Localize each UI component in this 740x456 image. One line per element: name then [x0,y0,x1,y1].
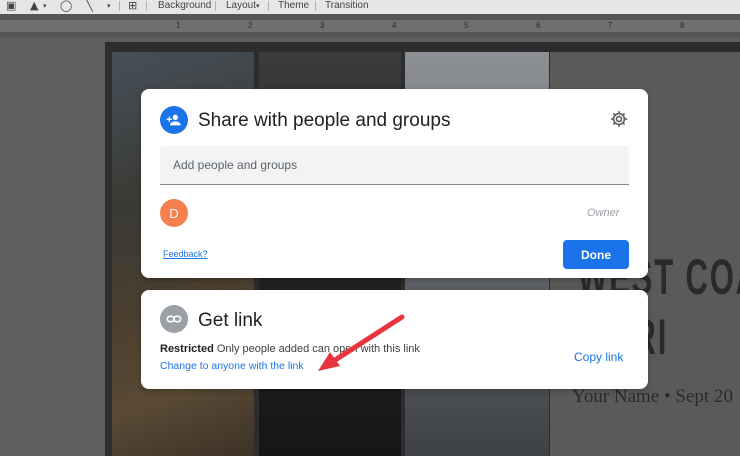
annotation-arrow [318,314,405,371]
